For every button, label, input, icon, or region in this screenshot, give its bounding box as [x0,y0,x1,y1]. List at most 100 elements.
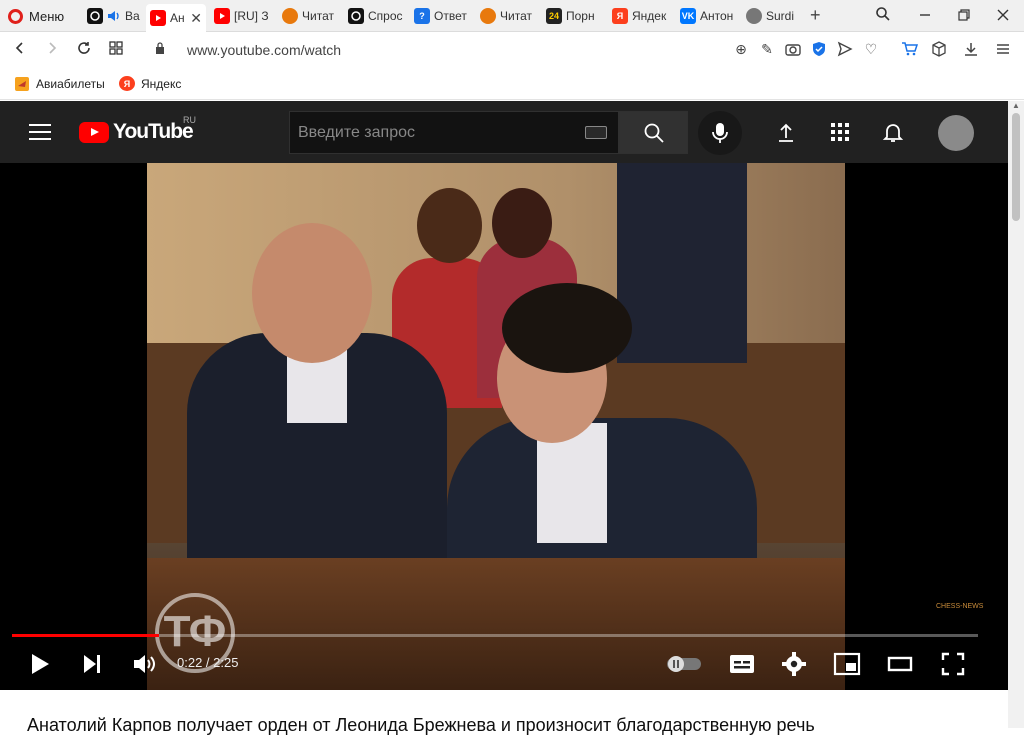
scroll-up-icon[interactable]: ▲ [1012,101,1020,110]
bookmark-label: Яндекс [141,76,182,91]
reload-icon[interactable] [76,40,92,56]
video-player[interactable]: ТФ CHESS-NEWS 0:22 / 2:25 [0,163,1008,690]
miniplayer-icon[interactable] [833,651,861,677]
autoplay-toggle[interactable] [665,651,703,677]
tab-label: Порн [566,9,595,23]
vpn-shield-icon[interactable] [810,40,828,58]
new-tab-button[interactable]: + [810,5,821,26]
close-window-icon[interactable] [996,8,1010,22]
download-icon[interactable] [962,40,980,58]
tab-label: Спрос [368,9,403,23]
next-video-icon[interactable] [80,651,104,677]
forward-icon[interactable] [44,40,60,56]
easy-setup-icon[interactable] [994,40,1012,58]
speed-dial-icon[interactable] [108,40,124,56]
tab-label: Яндек [632,9,667,23]
tab[interactable]: Спрос [344,4,406,28]
youtube-icon [214,8,230,24]
page-scrollbar[interactable]: ▲ [1008,101,1024,728]
tab-label: Читат [302,9,334,23]
video-title: Анатолий Карпов получает орден от Леонид… [27,715,815,735]
globe-icon [746,8,762,24]
current-time: 0:22 [177,655,203,670]
tab[interactable]: 24 Порн [542,4,604,28]
send-icon[interactable] [836,40,854,58]
upload-icon[interactable] [774,120,798,144]
menu-icon[interactable] [29,124,51,140]
video-figure-background-left-hair [417,188,482,263]
apps-grid-icon[interactable] [828,120,852,144]
tab[interactable]: Surdi [742,4,802,28]
close-icon[interactable]: ✕ [190,10,206,27]
scroll-thumb[interactable] [1012,113,1020,221]
voice-search-button[interactable] [698,111,742,155]
opera-logo-icon [8,8,23,24]
tab[interactable]: Я Яндек [608,4,672,28]
restore-icon[interactable] [957,8,971,22]
tab[interactable]: ? Ответ [410,4,472,28]
back-icon[interactable] [12,40,28,56]
address-bar: www.youtube.com/watch ⊕ ✎ ♡ [0,32,1024,68]
flights-icon [15,77,29,91]
youtube-logo[interactable]: YouTube [79,120,194,143]
yandex-icon: Я [119,76,135,91]
youtube-icon [150,10,166,26]
tab-active[interactable]: Ан ✕ [146,4,206,32]
cube-icon[interactable] [930,40,948,58]
tab-label: Ва [125,9,140,23]
play-icon[interactable] [28,651,52,677]
theater-mode-icon[interactable] [887,651,913,677]
bookmark-label: Авиабилеты [36,77,105,91]
tab[interactable]: Читат [476,4,538,28]
tab-label: Ответ [434,9,467,23]
tab-label: Читат [500,9,532,23]
cart-icon[interactable] [900,40,918,58]
orange-circle-icon [282,8,298,24]
tab[interactable]: VK Антон [676,4,738,28]
video-frame [147,163,845,690]
microphone-icon [712,123,728,143]
progress-bar[interactable] [12,634,978,637]
subtitles-icon[interactable] [728,651,756,677]
notifications-bell-icon[interactable] [881,120,905,144]
opera-menu-button[interactable]: Меню [8,6,64,26]
search-button[interactable] [619,111,688,154]
search-icon [644,123,664,143]
avatar[interactable] [938,115,974,151]
duration: 2:25 [213,655,239,670]
camera-icon[interactable] [784,40,802,58]
search-tabs-icon[interactable] [875,6,891,22]
youtube-play-logo-icon [79,121,109,143]
progress-played [12,634,159,637]
orange-circle-icon [480,8,496,24]
url-field[interactable]: www.youtube.com/watch [187,42,341,58]
video-figure-left-head [252,223,372,363]
tab[interactable]: [RU] З [210,4,272,28]
search-box [289,111,619,154]
heart-icon[interactable]: ♡ [862,40,880,58]
player-controls: 0:22 / 2:25 [0,641,1008,690]
volume-icon[interactable] [131,651,157,677]
tab[interactable]: Ва [83,4,143,28]
vk-icon: VK [680,8,696,24]
region-label: RU [183,115,196,125]
24-icon: 24 [546,8,562,24]
bookmark-aviabilety[interactable]: Авиабилеты [14,76,105,92]
edit-icon[interactable]: ✎ [758,40,776,58]
lock-icon[interactable] [155,42,165,54]
bookmarks-bar: Авиабилеты Я Яндекс [0,68,1024,100]
tab-label: Surdi [766,9,795,23]
question-icon: ? [414,8,430,24]
zoom-icon[interactable]: ⊕ [732,40,750,58]
speaker-icon[interactable] [107,10,121,22]
video-figure-background-right-hair [492,188,552,258]
bookmark-yandex[interactable]: Я Яндекс [119,76,181,91]
watermark: CHESS-NEWS [936,603,984,610]
minimize-icon[interactable] [918,8,932,22]
keyboard-icon[interactable] [585,126,607,139]
video-figure-standing [617,163,747,363]
fullscreen-icon[interactable] [940,651,966,677]
settings-gear-icon[interactable] [782,651,806,677]
tab[interactable]: Читат [278,4,340,28]
search-input[interactable] [290,112,580,153]
